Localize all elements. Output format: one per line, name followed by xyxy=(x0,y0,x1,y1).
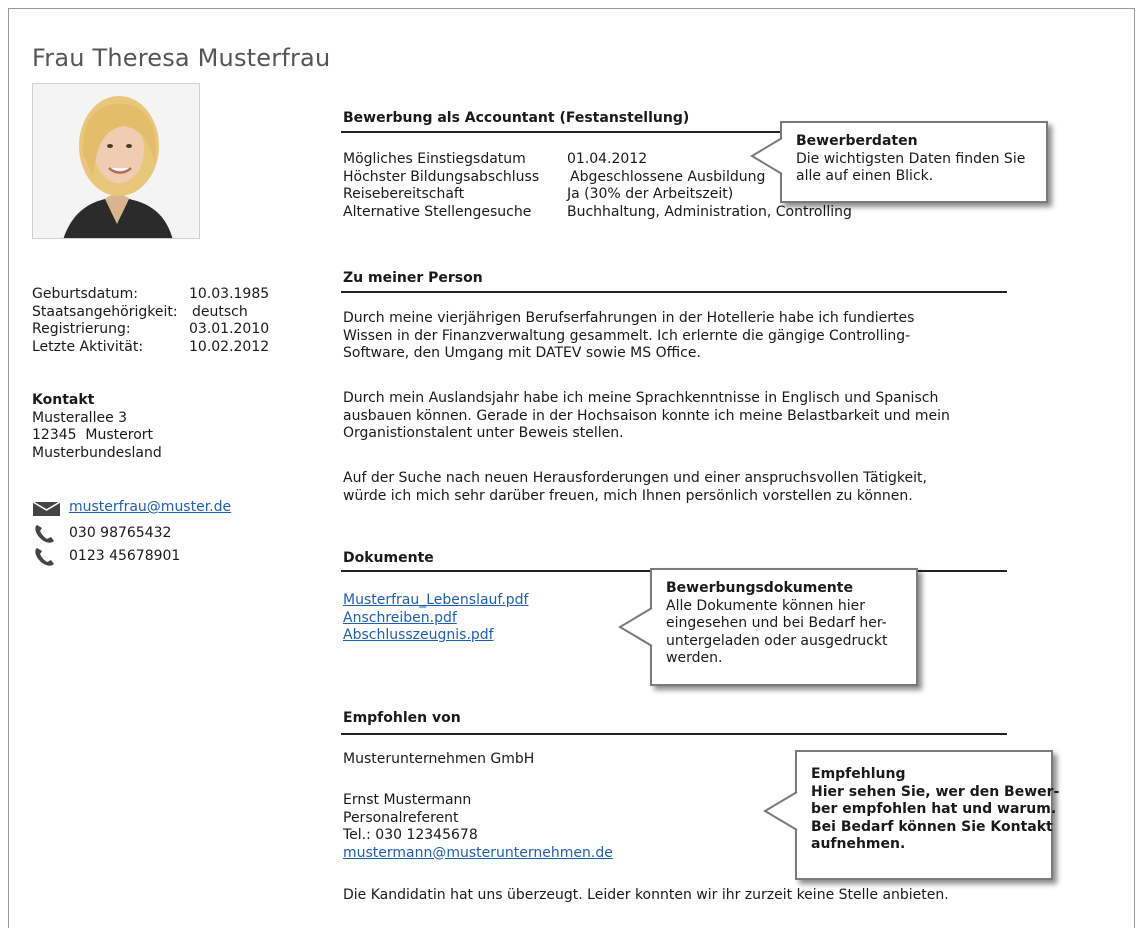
recommender-contact: Ernst Mustermann Personalreferent Tel.: … xyxy=(343,792,613,862)
personal-values: 10.03.1985 deutsch 03.01.2010 10.02.2012 xyxy=(189,286,269,356)
section-divider xyxy=(341,291,1007,293)
birthdate-value: 10.03.1985 xyxy=(189,286,270,302)
callout-pointer xyxy=(618,607,653,647)
contact-email-link[interactable]: musterfrau@muster.de xyxy=(69,499,231,517)
application-heading: Bewerbung als Accountant (Festanstellung… xyxy=(343,110,690,126)
documents-heading: Dokumente xyxy=(343,550,434,566)
callout-pointer xyxy=(763,791,798,831)
documents-list: Musterfrau_Lebenslauf.pdf Anschreiben.pd… xyxy=(343,592,528,645)
document-link-cv[interactable]: Musterfrau_Lebenslauf.pdf xyxy=(343,592,528,608)
recommender-phone: Tel.: 030 12345678 xyxy=(343,827,478,843)
recommended-heading: Empfohlen von xyxy=(343,710,461,726)
alternative-jobs-label: Alternative Stellengesuche xyxy=(343,203,532,220)
education-label: Höchster Bildungsabschluss xyxy=(343,168,540,185)
contact-phone-1: 030 98765432 xyxy=(69,525,172,541)
last-activity-value: 10.02.2012 xyxy=(189,338,270,355)
phone-icon xyxy=(35,525,54,543)
last-activity-label: Letzte Aktivität: xyxy=(32,338,144,355)
profile-photo xyxy=(32,83,200,239)
contact-block: Kontakt Musterallee 3 12345 Musterort Mu… xyxy=(32,392,162,462)
contact-city: 12345 Musterort xyxy=(32,427,154,443)
callout-title: Bewerberdaten xyxy=(796,133,918,149)
birthdate-label: Geburtsdatum: xyxy=(32,286,138,302)
application-labels: Mögliches Einstiegsdatum Höchster Bildun… xyxy=(343,151,539,221)
recommender-company: Musterunternehmen GmbH xyxy=(343,751,535,767)
about-paragraph-1: Durch meine vierjährigen Berufserfahrung… xyxy=(343,310,915,361)
callout-title: Empfehlung xyxy=(811,766,906,782)
section-divider xyxy=(341,733,1007,735)
callout-title: Bewerbungsdokumente xyxy=(666,580,853,596)
contact-phone-2: 0123 45678901 xyxy=(69,548,181,564)
recommender-email-link[interactable]: mustermann@musterunternehmen.de xyxy=(343,845,613,861)
recommendation-note: Die Kandidatin hat uns überzeugt. Leider… xyxy=(343,887,949,903)
travel-label: Reisebereitschaft xyxy=(343,186,465,202)
recommender-name: Ernst Mustermann xyxy=(343,792,472,808)
contact-heading: Kontakt xyxy=(32,392,95,408)
personal-labels: Geburtsdatum: Staatsangehörigkeit: Regis… xyxy=(32,286,178,356)
alternative-jobs-value: Buchhaltung, Administration, Controlling xyxy=(567,203,852,220)
document-link-cover-letter[interactable]: Anschreiben.pdf xyxy=(343,610,457,626)
start-date-label: Mögliches Einstiegsdatum xyxy=(343,151,526,167)
registration-value: 03.01.2010 xyxy=(189,321,270,337)
registration-label: Registrierung: xyxy=(32,321,131,337)
contact-street: Musterallee 3 xyxy=(32,409,128,426)
recommender-role: Personalreferent xyxy=(343,809,459,826)
about-paragraph-2: Durch mein Auslandsjahr habe ich meine S… xyxy=(343,390,950,441)
callout-pointer xyxy=(750,137,783,175)
envelope-icon xyxy=(33,502,60,516)
page-title: Frau Theresa Musterfrau xyxy=(32,44,331,72)
about-heading: Zu meiner Person xyxy=(343,270,483,286)
about-paragraph-3: Auf der Suche nach neuen Herausforderung… xyxy=(343,470,927,504)
nationality-value: deutsch xyxy=(192,303,248,320)
document-link-certificate[interactable]: Abschlusszeugnis.pdf xyxy=(343,627,494,643)
nationality-label: Staatsangehörigkeit: xyxy=(32,303,178,320)
phone-icon xyxy=(35,548,54,566)
contact-state: Musterbundesland xyxy=(32,444,162,461)
